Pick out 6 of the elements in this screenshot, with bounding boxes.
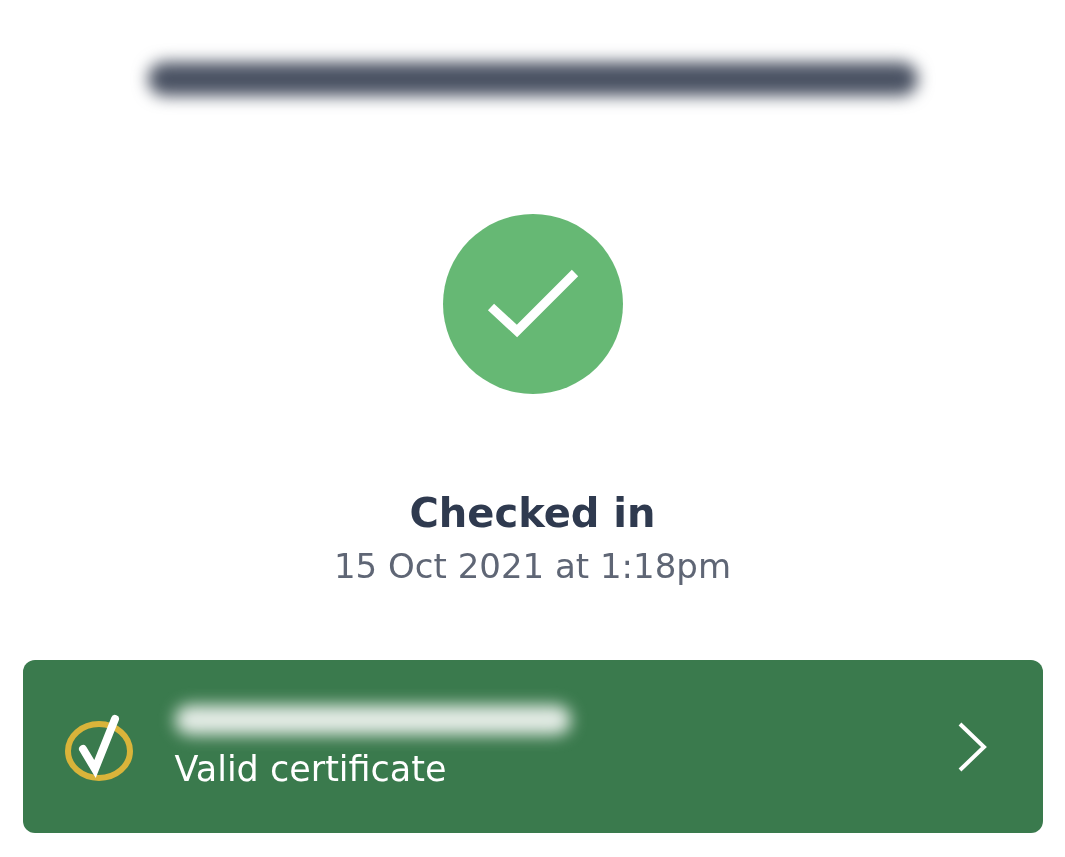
certificate-status: Valid certificate	[174, 748, 448, 789]
status-title: Checked in	[409, 490, 656, 536]
chevron-icon	[956, 720, 987, 773]
check-in-time: 15 Oct 2021 at 1:18pm	[334, 546, 731, 586]
check-icon	[486, 269, 579, 339]
certificate-card[interactable]: Valid certificate	[22, 660, 1043, 833]
